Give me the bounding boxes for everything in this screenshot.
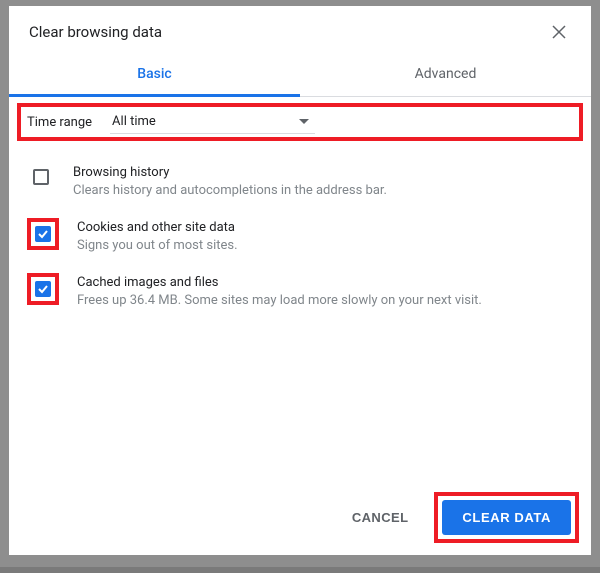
cancel-button[interactable]: CANCEL bbox=[334, 500, 427, 535]
checkbox-wrap bbox=[27, 163, 55, 191]
time-range-label: Time range bbox=[27, 115, 92, 130]
option-cached: Cached images and files Frees up 36.4 MB… bbox=[9, 265, 591, 320]
checkbox-wrap bbox=[27, 218, 59, 250]
tab-advanced[interactable]: Advanced bbox=[300, 54, 591, 96]
close-button[interactable] bbox=[547, 20, 571, 44]
checkbox-cached[interactable] bbox=[35, 281, 51, 297]
option-cookies: Cookies and other site data Signs you ou… bbox=[9, 210, 591, 265]
option-text: Cached images and files Frees up 36.4 MB… bbox=[77, 273, 573, 310]
dialog-header: Clear browsing data bbox=[9, 6, 591, 54]
option-browsing-history: Browsing history Clears history and auto… bbox=[9, 155, 591, 210]
option-desc: Clears history and autocompletions in th… bbox=[73, 183, 573, 200]
clear-browsing-data-dialog: Clear browsing data Basic Advanced Time … bbox=[9, 6, 591, 555]
option-desc: Frees up 36.4 MB. Some sites may load mo… bbox=[77, 293, 573, 310]
chevron-down-icon bbox=[299, 114, 309, 129]
close-icon bbox=[552, 25, 566, 39]
option-text: Browsing history Clears history and auto… bbox=[73, 163, 573, 200]
checkbox-wrap bbox=[27, 273, 59, 305]
option-desc: Signs you out of most sites. bbox=[77, 238, 573, 255]
tab-basic[interactable]: Basic bbox=[9, 54, 300, 96]
time-range-select[interactable]: All time bbox=[110, 110, 315, 134]
option-title: Cookies and other site data bbox=[77, 220, 573, 235]
clear-data-frame: CLEAR DATA bbox=[434, 492, 579, 543]
tab-advanced-label: Advanced bbox=[415, 66, 477, 82]
dialog-footer: CANCEL CLEAR DATA bbox=[9, 482, 591, 555]
checkbox-cookies[interactable] bbox=[35, 226, 51, 242]
option-title: Browsing history bbox=[73, 165, 573, 180]
dialog-body: Time range All time Browsing history Cle… bbox=[9, 97, 591, 482]
dialog-title: Clear browsing data bbox=[29, 23, 162, 41]
clear-data-button[interactable]: CLEAR DATA bbox=[442, 500, 571, 535]
option-title: Cached images and files bbox=[77, 275, 573, 290]
time-range-value: All time bbox=[112, 114, 156, 129]
option-text: Cookies and other site data Signs you ou… bbox=[77, 218, 573, 255]
time-range-row: Time range All time bbox=[17, 103, 583, 141]
tabs: Basic Advanced bbox=[9, 54, 591, 97]
checkbox-browsing-history[interactable] bbox=[33, 169, 49, 185]
tab-basic-label: Basic bbox=[137, 66, 171, 82]
